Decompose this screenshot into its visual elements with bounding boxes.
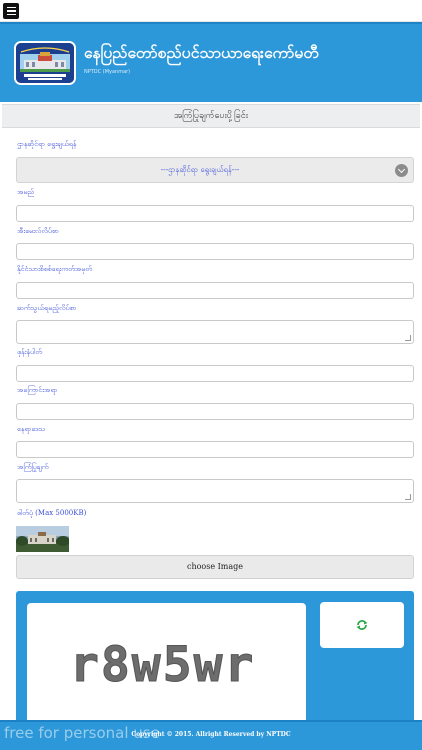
chevron-down-icon — [395, 164, 408, 177]
address-label: ဆက်သွယ်ရမည့်လိပ်စာ — [17, 304, 77, 312]
department-select[interactable]: ---ဌာနဆိုင်ရာ ရွေးချယ်ရန်--- — [16, 157, 414, 183]
photo-label: ဓါတ်ပုံ (Max 5000KB) — [17, 509, 87, 517]
email-label: အီးမေးလ်လိပ်စာ — [17, 227, 59, 235]
location-field[interactable] — [16, 441, 414, 458]
choose-image-button[interactable]: choose Image — [16, 555, 414, 579]
phone-field[interactable] — [16, 365, 414, 382]
site-title: နေပြည်တော်စည်ပင်သာယာရေးကော်မတီ — [84, 44, 319, 62]
subject-field[interactable] — [16, 403, 414, 420]
name-field[interactable] — [16, 205, 414, 222]
page-title: အကြံပြုချက်ပေးပို့ခြင်း — [2, 104, 420, 128]
address-textarea[interactable] — [16, 320, 414, 344]
department-label: ဌာနဆိုင်ရာ ရွေးချယ်ရန် — [17, 140, 77, 148]
hamburger-icon[interactable] — [3, 3, 19, 19]
message-label: အကြံပြုချက် — [17, 463, 49, 471]
site-header: နေပြည်တော်စည်ပင်သာယာရေးကော်မတီ NPTDC (My… — [0, 22, 422, 102]
name-label: အမည် — [17, 188, 35, 196]
watermark-text: free for personal use — [4, 724, 160, 742]
email-field[interactable] — [16, 243, 414, 260]
refresh-icon — [356, 620, 368, 630]
city-hall-logo — [14, 41, 76, 85]
captcha-panel: r8w5wr — [16, 591, 414, 721]
phone-label: ဖုန်းနံပါတ် — [17, 348, 43, 356]
site-subtitle: NPTDC (Myanmar) — [84, 69, 131, 75]
photo-preview-image — [16, 526, 69, 552]
captcha-refresh-button[interactable] — [320, 602, 404, 648]
nrc-field[interactable] — [16, 282, 414, 299]
subject-label: အကြောင်းအရာ — [17, 386, 58, 394]
captcha-image: r8w5wr — [27, 603, 306, 721]
top-toolbar — [0, 0, 422, 22]
message-textarea[interactable] — [16, 479, 414, 503]
nrc-label: နိုင်ငံသားစိစစ်ရေးကတ်အမှတ် — [17, 265, 93, 273]
location-label: နေရာဒေသ — [17, 425, 46, 433]
captcha-text: r8w5wr — [70, 637, 255, 693]
department-selected-value: ---ဌာနဆိုင်ရာ ရွေးချယ်ရန်--- — [160, 165, 240, 174]
